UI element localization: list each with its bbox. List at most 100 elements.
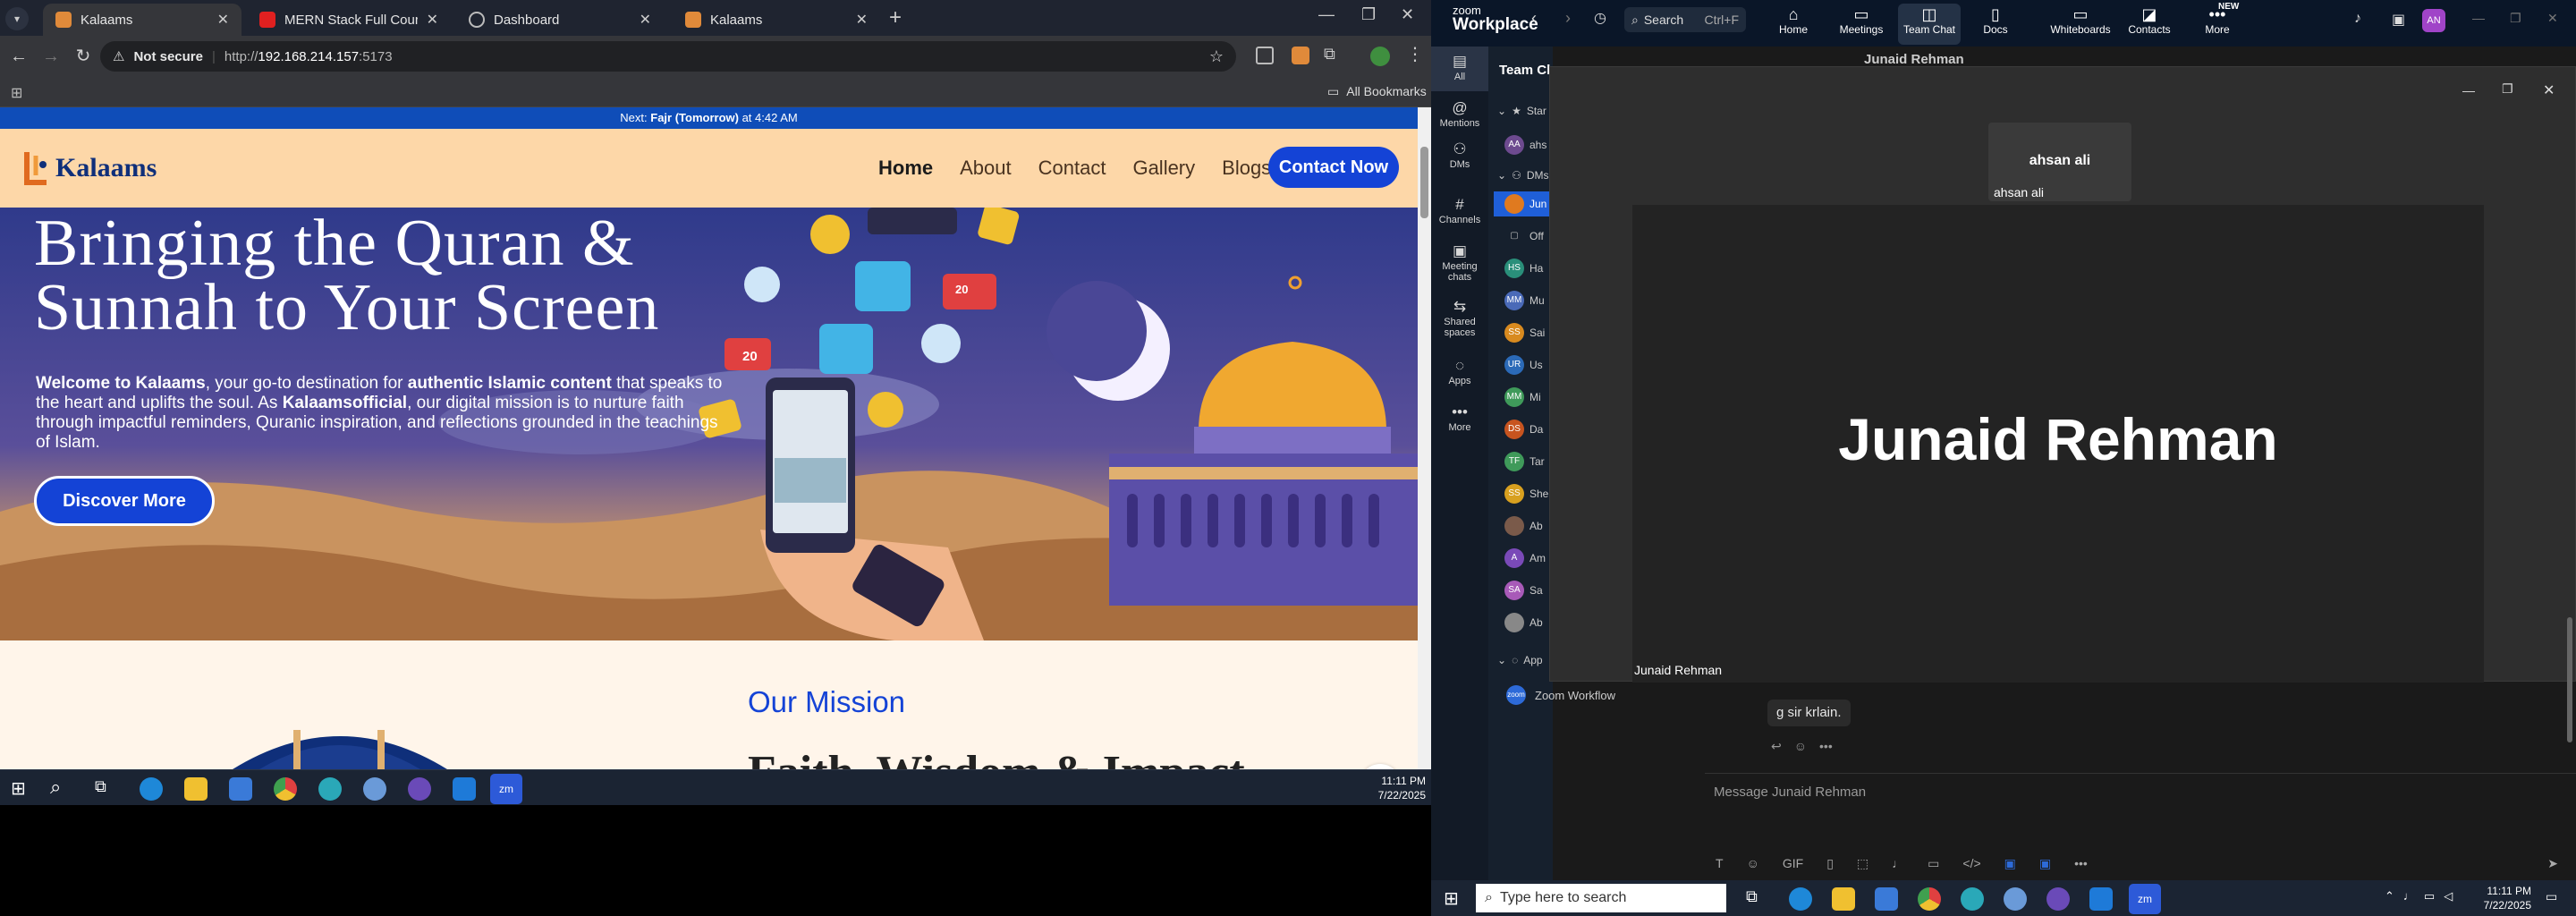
puzzle-icon[interactable]: ⧉ (1324, 45, 1335, 64)
rail-more[interactable]: ••• More (1431, 403, 1488, 433)
back-arrow-icon[interactable]: ‹ (1531, 9, 1537, 28)
all-bookmarks[interactable]: ▭ All Bookmarks (1327, 84, 1427, 99)
more-icon[interactable]: ••• (2074, 856, 2088, 870)
profile-avatar[interactable] (1370, 47, 1390, 66)
zoom-workflow-item[interactable]: zoom Zoom Workflow (1506, 685, 1615, 705)
nav-home[interactable]: Home (878, 157, 933, 180)
discover-more-button[interactable]: Discover More (34, 476, 215, 526)
minimize-button[interactable]: — (1318, 5, 1335, 24)
chat-scrollbar[interactable] (2567, 617, 2572, 742)
zoom-nav-more[interactable]: ••• More (2186, 4, 2249, 45)
minimize-button[interactable]: — (2462, 83, 2475, 98)
extension-icon[interactable] (1256, 47, 1274, 64)
zoom-search[interactable]: ⌕ Search Ctrl+F (1624, 7, 1746, 32)
app-icon[interactable] (2004, 887, 2027, 911)
tab-search-button[interactable]: ▾ (5, 7, 29, 30)
close-window-button[interactable]: ✕ (1401, 5, 1414, 24)
app-icon[interactable] (363, 777, 386, 801)
system-clock[interactable]: 11:11 PM 7/22/2025 (2460, 884, 2531, 912)
zoom-nav-contacts[interactable]: ◪ Contacts (2118, 4, 2181, 45)
chrome-icon[interactable] (1918, 887, 1941, 911)
message-input[interactable]: Message Junaid Rehman (1705, 773, 2576, 818)
contact-am[interactable]: A Am (1504, 546, 1553, 571)
contact-tar[interactable]: TF Tar (1504, 449, 1553, 474)
contact-junaid[interactable]: Jun (1494, 191, 1553, 216)
file-explorer-icon[interactable] (1832, 887, 1855, 911)
back-button[interactable]: ← (7, 45, 30, 68)
contact-da[interactable]: DS Da (1504, 417, 1553, 442)
close-window-button[interactable]: ✕ (2547, 11, 2558, 26)
apps-section[interactable]: ⌄ ◌ App (1497, 648, 1553, 673)
search-icon[interactable]: ⌕ (50, 776, 61, 799)
code-icon[interactable]: </> (1962, 856, 1980, 870)
windows-start-icon[interactable]: ⊞ (1444, 887, 1459, 910)
page-scrollbar[interactable] (1418, 107, 1431, 769)
close-icon[interactable]: ✕ (2543, 81, 2555, 99)
vscode-icon[interactable] (453, 777, 476, 801)
zoom-icon[interactable]: zm (490, 774, 522, 804)
app-icon[interactable] (318, 777, 342, 801)
participant-tile-junaid[interactable]: Junaid Rehman Junaid Rehman (1632, 205, 2484, 683)
contact-ab[interactable]: Ab (1504, 513, 1553, 539)
close-icon[interactable]: ✕ (427, 11, 438, 29)
close-icon[interactable]: ✕ (640, 11, 651, 29)
format-text-icon[interactable]: T (1716, 856, 1724, 870)
nav-about[interactable]: About (960, 157, 1012, 180)
system-tray[interactable]: ⌃ ♩ ▭ ◁ (2385, 889, 2453, 903)
reply-icon[interactable]: ↩ (1771, 739, 1782, 754)
chrome-icon[interactable] (274, 777, 297, 801)
close-icon[interactable]: ✕ (217, 11, 229, 29)
taskbar-search[interactable]: ⌕ Type here to search (1476, 884, 1726, 912)
address-bar[interactable]: ⚠ Not secure | http://192.168.214.157:51… (100, 41, 1236, 72)
rail-mentions[interactable]: @ Mentions (1431, 98, 1488, 129)
microphone-icon[interactable]: ♩ (1892, 856, 1904, 870)
zoom-nav-home[interactable]: ⌂ Home (1762, 4, 1825, 45)
task-view-icon[interactable]: ⧉ (95, 777, 106, 796)
file-icon[interactable]: ▯ (1826, 856, 1834, 871)
minimize-button[interactable]: — (2472, 11, 2485, 25)
github-icon[interactable] (408, 777, 431, 801)
screenshot-icon[interactable]: ⬚ (1857, 856, 1868, 871)
apps-grid-icon[interactable]: ⊞ (11, 84, 22, 102)
history-icon[interactable]: ◷ (1594, 9, 1606, 27)
vscode-icon[interactable] (2089, 887, 2113, 911)
zoom-nav-meetings[interactable]: ▭ Meetings (1830, 4, 1893, 45)
extension-icon[interactable] (1292, 47, 1309, 64)
emoji-icon[interactable]: ☺ (1794, 739, 1807, 754)
participant-tile-ahsan[interactable]: ahsan ali ahsan ali (1988, 123, 2131, 201)
new-tab-button[interactable]: + (889, 5, 902, 30)
menu-icon[interactable]: ⋮ (1406, 43, 1424, 65)
contact-sa[interactable]: SS Sai (1504, 320, 1553, 345)
site-logo[interactable]: Kalaams (20, 147, 157, 190)
rail-apps[interactable]: ◌ Apps (1431, 356, 1488, 386)
edge-icon[interactable] (1789, 887, 1812, 911)
app-icon[interactable]: ▣ (2039, 856, 2051, 871)
system-clock[interactable]: 11:11 PM 7/22/2025 (1343, 774, 1426, 802)
video-icon[interactable]: ▭ (1928, 856, 1939, 871)
calendar-icon[interactable]: ▣ (2392, 11, 2405, 29)
star-icon[interactable]: ☆ (1209, 47, 1224, 66)
nav-contact[interactable]: Contact (1038, 157, 1106, 180)
contact-ab2[interactable]: Ab (1504, 610, 1553, 635)
store-icon[interactable] (1875, 887, 1898, 911)
zoom-nav-docs[interactable]: ▯ Docs (1964, 4, 2027, 45)
forward-button[interactable]: → (39, 45, 63, 68)
maximize-button[interactable]: ❐ (2502, 81, 2513, 97)
contact-sa2[interactable]: SA Sa (1504, 578, 1553, 603)
close-icon[interactable]: ✕ (856, 11, 868, 29)
tab-dashboard[interactable]: Dashboard ✕ (456, 4, 664, 36)
tab-kalaams[interactable]: Kalaams ✕ (43, 4, 242, 36)
maximize-button[interactable]: ❐ (1361, 5, 1376, 24)
starred-section[interactable]: ⌄ ★ Star (1497, 98, 1553, 123)
user-avatar[interactable]: AN (2422, 9, 2445, 32)
rail-meeting-chats[interactable]: ▣ Meeting chats (1431, 242, 1488, 283)
app-icon[interactable]: ▣ (2004, 856, 2016, 871)
task-view-icon[interactable]: ⧉ (1746, 887, 1758, 906)
send-icon[interactable]: ➤ (2547, 856, 2558, 871)
more-icon[interactable]: ••• (1819, 739, 1833, 754)
notification-icon[interactable]: ▭ (2546, 889, 2557, 904)
zoom-icon[interactable]: zm (2129, 884, 2161, 914)
contact-off[interactable]: ▢ Off (1504, 224, 1553, 249)
contact-she[interactable]: SS She (1504, 481, 1553, 506)
rail-channels[interactable]: # Channels (1431, 195, 1488, 225)
